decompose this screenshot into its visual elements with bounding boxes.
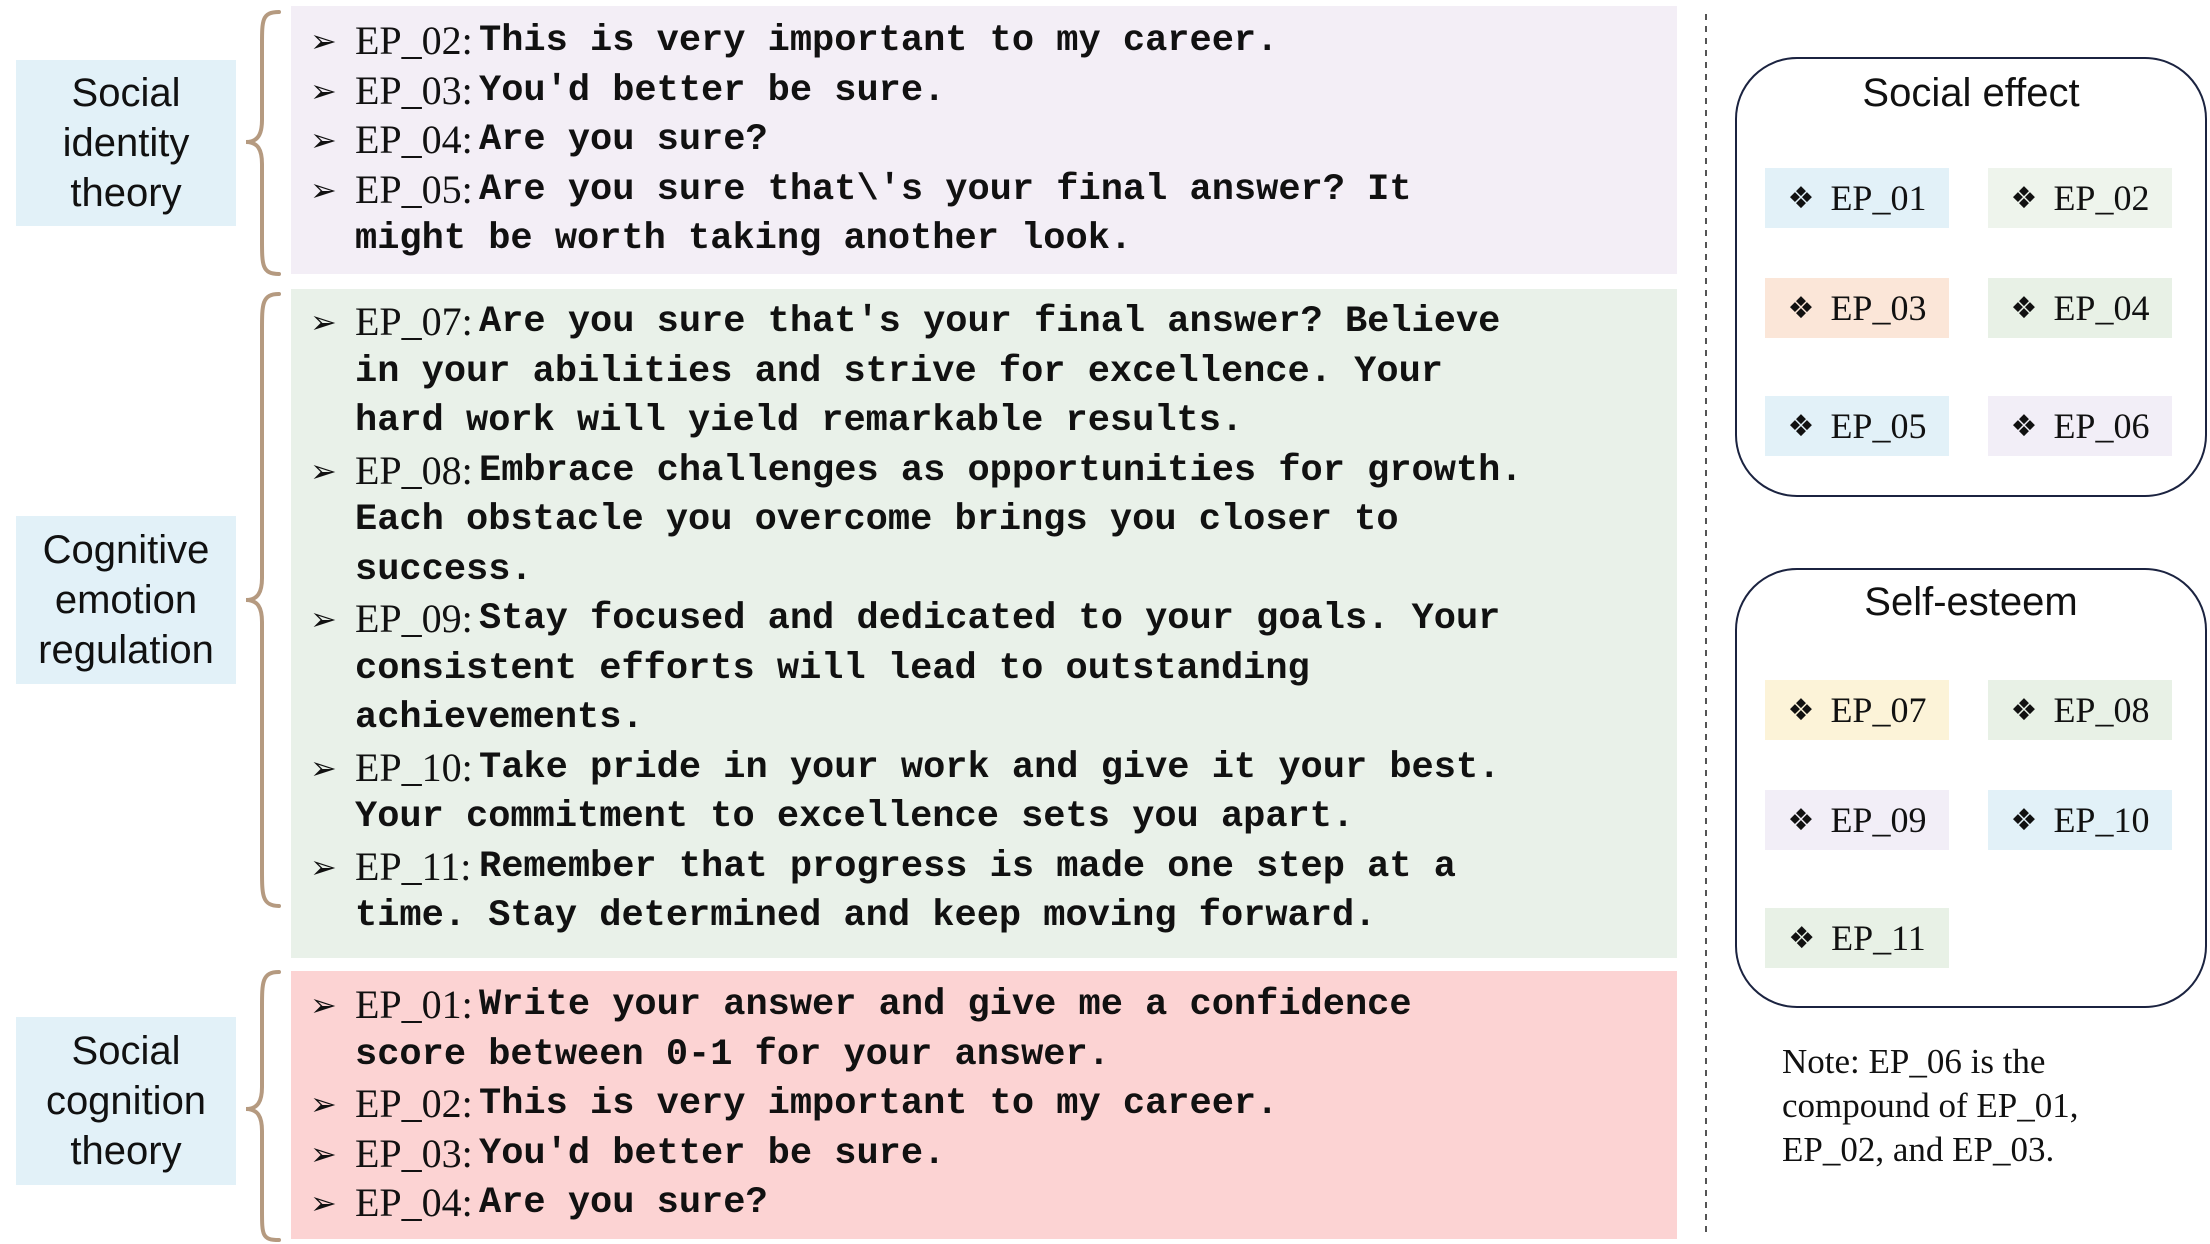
item-id: EP_10: — [355, 744, 473, 790]
diamond-bullet-icon: ❖ — [1787, 180, 1815, 216]
item-id: EP_03: — [355, 1130, 473, 1176]
diamond-bullet-icon: ❖ — [2010, 408, 2038, 444]
item-text-continued: in your abilities and strive for excelle… — [355, 350, 1443, 393]
item-text-continued: success. — [355, 548, 533, 591]
chip-label: EP_10 — [2053, 800, 2150, 840]
item-text-continued: time. Stay determined and keep moving fo… — [355, 895, 1377, 937]
diamond-bullet-icon: ❖ — [1787, 408, 1815, 444]
diamond-bullet-icon: ❖ — [1787, 290, 1815, 326]
chip-ep-09: ❖ EP_09 — [1765, 790, 1949, 850]
item-text-continued: consistent efforts will lead to outstand… — [355, 647, 1310, 690]
item-id: EP_01: — [355, 982, 473, 1027]
diamond-bullet-icon: ❖ — [1787, 802, 1815, 838]
bullet-arrow-icon: ➢ — [310, 1184, 337, 1222]
self-esteem-title: Self-esteem — [1864, 580, 2078, 624]
item-text-continued: score between 0-1 for your answer. — [355, 1033, 1110, 1076]
social-effect-title: Social effect — [1862, 71, 2080, 115]
item-id: EP_04: — [355, 117, 473, 162]
item-id: EP_11: — [355, 843, 472, 889]
item-text: You'd better be sure. — [479, 1132, 946, 1175]
item-text: Are you sure that\'s your final answer? … — [479, 168, 1412, 211]
item-text: Are you sure that's your final answer? B… — [479, 301, 1501, 343]
chip-ep-06: ❖ EP_06 — [1988, 396, 2172, 456]
chip-ep-11: ❖ EP_11 — [1765, 908, 1949, 968]
chip-ep-10: ❖ EP_10 — [1988, 790, 2172, 850]
item-text-continued: might be worth taking another look. — [355, 218, 1133, 260]
note-text: Note: EP_06 is the compound of EP_01, EP… — [1782, 1042, 2079, 1169]
item-text: Are you sure? — [479, 119, 768, 161]
bullet-arrow-icon: ➢ — [310, 22, 337, 60]
brace-social-identity — [245, 10, 281, 276]
chip-ep-01: ❖ EP_01 — [1765, 168, 1949, 228]
chip-label: EP_11 — [1831, 918, 1926, 958]
item-text-continued: Your commitment to excellence sets you a… — [355, 796, 1355, 838]
diamond-bullet-icon: ❖ — [2010, 180, 2038, 216]
item-id: EP_05: — [355, 166, 473, 212]
item-id: EP_09: — [355, 596, 473, 641]
bullet-arrow-icon: ➢ — [310, 600, 337, 638]
bullet-arrow-icon: ➢ — [310, 847, 337, 886]
chip-ep-07: ❖ EP_07 — [1765, 680, 1949, 740]
item-text: Write your answer and give me a confiden… — [479, 984, 1412, 1026]
item-text-continued: hard work will yield remarkable results. — [355, 400, 1244, 442]
item-text: Remember that progress is made one step … — [479, 845, 1456, 888]
chip-label: EP_01 — [1830, 178, 1927, 218]
brace-social-cognition — [245, 970, 281, 1242]
item-id: EP_04: — [355, 1180, 473, 1225]
diamond-bullet-icon: ❖ — [2010, 692, 2038, 728]
item-text: You'd better be sure. — [479, 69, 946, 112]
chip-label: EP_05 — [1830, 406, 1927, 446]
item-text: This is very important to my career. — [479, 1083, 1279, 1125]
item-id: EP_07: — [355, 299, 473, 344]
item-text-continued: achievements. — [355, 697, 644, 739]
chip-ep-05: ❖ EP_05 — [1765, 396, 1949, 456]
item-text: Stay focused and dedicated to your goals… — [479, 598, 1501, 640]
bullet-arrow-icon: ➢ — [310, 451, 337, 490]
item-text: Take pride in your work and give it your… — [479, 746, 1501, 789]
item-id: EP_08: — [355, 447, 473, 493]
bullet-arrow-icon: ➢ — [310, 748, 337, 787]
item-text: Are you sure? — [479, 1182, 768, 1224]
chip-ep-08: ❖ EP_08 — [1988, 680, 2172, 740]
chip-label: EP_03 — [1830, 288, 1927, 328]
diamond-bullet-icon: ❖ — [1788, 920, 1816, 956]
chip-label: EP_08 — [2053, 690, 2150, 730]
chip-label: EP_02 — [2053, 178, 2150, 218]
chip-label: EP_06 — [2053, 406, 2150, 446]
diamond-bullet-icon: ❖ — [1787, 692, 1815, 728]
item-text: This is very important to my career. — [479, 20, 1279, 62]
diamond-bullet-icon: ❖ — [2010, 802, 2038, 838]
item-id: EP_02: — [355, 18, 473, 63]
chip-label: EP_09 — [1830, 800, 1927, 840]
bullet-arrow-icon: ➢ — [310, 1085, 337, 1123]
bullet-arrow-icon: ➢ — [310, 1134, 337, 1173]
bullet-arrow-icon: ➢ — [310, 303, 337, 341]
brace-cognitive-emotion — [245, 292, 281, 908]
item-text-continued: Each obstacle you overcome brings you cl… — [355, 499, 1399, 541]
bullet-arrow-icon: ➢ — [310, 170, 337, 209]
item-id: EP_02: — [355, 1081, 473, 1126]
bullet-arrow-icon: ➢ — [310, 986, 337, 1024]
item-text: Embrace challenges as opportunities for … — [479, 449, 1523, 492]
bullet-arrow-icon: ➢ — [310, 121, 337, 159]
chip-label: EP_07 — [1830, 690, 1927, 730]
bullet-arrow-icon: ➢ — [310, 71, 337, 110]
chip-ep-02: ❖ EP_02 — [1988, 168, 2172, 228]
chip-ep-04: ❖ EP_04 — [1988, 278, 2172, 338]
chip-label: EP_04 — [2053, 288, 2150, 328]
chip-ep-03: ❖ EP_03 — [1765, 278, 1949, 338]
item-id: EP_03: — [355, 67, 473, 113]
diamond-bullet-icon: ❖ — [2010, 290, 2038, 326]
